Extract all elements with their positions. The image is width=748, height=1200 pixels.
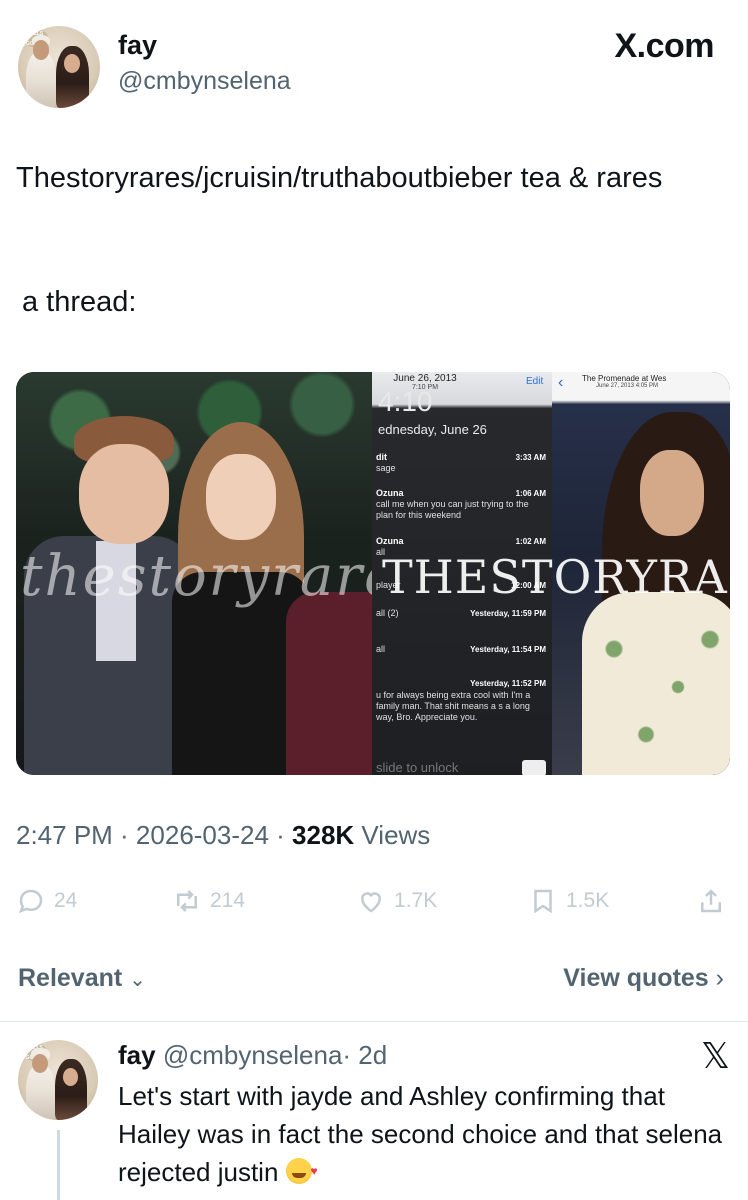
retweet-icon	[177, 890, 197, 912]
lockscreen-notification: u for always being extra cool with I'm a…	[376, 679, 546, 722]
retweet-button[interactable]: 214	[172, 880, 245, 922]
lockscreen-notification: Ozuna call me when you can just trying to…	[376, 488, 546, 520]
reply-author-handle[interactable]: @cmbynselena	[163, 1040, 343, 1070]
share-button[interactable]	[696, 880, 734, 922]
reply-author-avatar[interactable]: SELLS GOMEZ	[18, 1040, 98, 1120]
like-count: 1.7K	[394, 889, 438, 912]
tweet-text-thread: a thread:	[22, 286, 137, 318]
reply-text: Let's start with jayde and Ashley confir…	[118, 1077, 728, 1191]
watermark-caps: THESTORYRARE	[382, 550, 730, 604]
tweet-media[interactable]: thestoryrare June 26, 2013 7:10 PM Edit …	[16, 372, 730, 775]
views-label: Views	[354, 820, 431, 850]
lockscreen-notification: dit sage 3:33 AM	[376, 452, 546, 473]
views-count: 328K	[292, 820, 355, 850]
avatar-figure-right	[55, 45, 89, 108]
avatar-figure-left	[26, 1048, 55, 1120]
thread-connector-line	[57, 1130, 60, 1200]
author-name[interactable]: fay	[118, 30, 157, 61]
like-button[interactable]: 1.7K	[356, 880, 437, 922]
tweet-meta: 2:47 PM · 2026-03-24 · 328K Views	[16, 820, 430, 851]
chevron-down-icon: ⌄	[129, 969, 146, 991]
back-chevron-icon: ‹	[558, 374, 564, 391]
x-logo-icon: 𝕏	[700, 1036, 730, 1077]
media-photo-1[interactable]: thestoryrare	[16, 372, 397, 775]
chevron-right-icon: ›	[715, 964, 724, 992]
photo-location: The Promenade at Wes June 27, 2013 4:05 …	[582, 374, 667, 389]
avatar-figure-right	[54, 1059, 87, 1120]
share-icon	[701, 889, 721, 913]
photo-person-right	[286, 592, 372, 775]
lockscreen-notification: all Yesterday, 11:54 PM	[376, 644, 546, 654]
action-bar: 24 214 1.7K 1.5K	[16, 880, 732, 922]
source-label: X.com	[614, 27, 714, 65]
reply-author-name[interactable]: fay	[118, 1040, 156, 1070]
reply-icon	[18, 889, 43, 914]
lockscreen-slide-text: slide to unlock	[376, 760, 459, 775]
bookmark-button[interactable]: 1.5K	[528, 880, 609, 922]
lockscreen-weekday: ednesday, June 26	[378, 422, 487, 437]
photo-person-face	[640, 450, 704, 536]
retweet-count: 214	[210, 889, 246, 912]
divider	[0, 1021, 748, 1022]
photo-person-top	[582, 592, 730, 775]
reply-button[interactable]: 24	[16, 880, 77, 922]
view-quotes-link[interactable]: View quotes ›	[563, 964, 724, 993]
tweet-text: Thestoryrares/jcruisin/truthaboutbieber …	[16, 162, 663, 194]
heart-icon	[360, 892, 382, 913]
reply-header: fay @cmbynselena· 2d	[118, 1040, 387, 1071]
reply-count: 24	[54, 889, 78, 912]
smiling-face-with-hearts-icon	[285, 1152, 318, 1190]
view-quotes-label: View quotes	[563, 964, 709, 992]
author-handle[interactable]: @cmbynselena	[118, 67, 291, 96]
lockscreen-notification: all (2) Yesterday, 11:59 PM	[376, 608, 546, 618]
reply-age[interactable]: · 2d	[342, 1040, 387, 1070]
sort-label: Relevant	[18, 964, 123, 992]
tweet-timestamp[interactable]: 2:47 PM · 2026-03-24 ·	[16, 820, 292, 850]
bookmark-count: 1.5K	[566, 889, 610, 912]
camera-icon	[522, 760, 546, 775]
bookmark-icon	[534, 889, 552, 914]
avatar-figure-left	[26, 34, 56, 108]
lockscreen-clock: 4:10	[378, 386, 433, 417]
author-avatar[interactable]: SELLS GOMEZ	[18, 26, 100, 108]
sort-dropdown[interactable]: Relevant ⌄	[18, 964, 146, 993]
watermark-script: thestoryrare	[20, 544, 400, 609]
lockscreen-edit-label: Edit	[526, 376, 544, 387]
